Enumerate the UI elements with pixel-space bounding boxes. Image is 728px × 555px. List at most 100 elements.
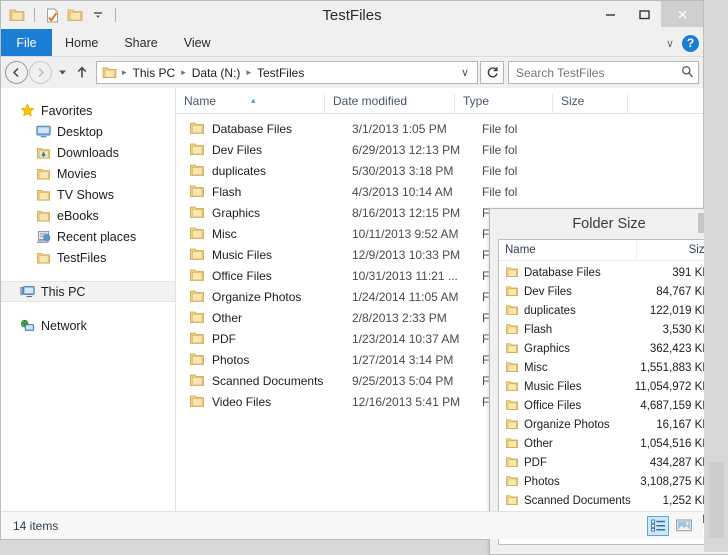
list-item[interactable]: Flash 3,530 KB (499, 320, 719, 339)
file-name-cell: Graphics (212, 205, 261, 220)
list-item[interactable]: Scanned Documents 1,252 KB (499, 491, 719, 510)
star-icon (19, 103, 35, 119)
sidebar-item-this-pc[interactable]: This PC (1, 281, 175, 302)
network-icon (19, 318, 35, 334)
maximize-button[interactable] (627, 1, 661, 27)
ribbon-right-controls: ∨ ? (666, 29, 699, 57)
sidebar-label: eBooks (57, 208, 99, 223)
refresh-button[interactable] (480, 61, 504, 84)
breadcrumb-separator: ▸ (122, 67, 127, 77)
dialog-folder-name: Organize Photos (524, 418, 610, 431)
tab-file[interactable]: File (1, 29, 52, 56)
table-row[interactable]: Dev Files 6/29/2013 12:13 PM File fol (176, 139, 703, 160)
column-header-size[interactable]: Size (552, 94, 627, 113)
folder-icon (505, 418, 519, 432)
file-name-cell: Dev Files (212, 142, 263, 157)
search-box[interactable] (508, 61, 699, 84)
dialog-folder-name: Scanned Documents (524, 494, 631, 507)
folder-icon (189, 142, 205, 158)
large-icons-view-button[interactable] (673, 516, 695, 536)
list-item[interactable]: Photos 3,108,275 KB (499, 472, 719, 491)
status-bar: 14 items (1, 511, 703, 539)
back-button[interactable] (5, 61, 28, 84)
sidebar-item-network[interactable]: Network (1, 315, 175, 336)
folder-icon (35, 250, 51, 266)
list-item[interactable]: Office Files 4,687,159 KB (499, 396, 719, 415)
tab-view[interactable]: View (171, 29, 224, 56)
sidebar-label: This PC (41, 284, 86, 299)
folder-icon (505, 399, 519, 413)
sidebar-label: Desktop (57, 124, 103, 139)
details-view-button[interactable] (647, 515, 669, 536)
type-cell: File fol (482, 121, 518, 136)
title-bar: TestFiles (1, 1, 703, 29)
help-icon[interactable]: ? (682, 34, 699, 52)
properties-check-icon[interactable] (42, 5, 62, 25)
list-item[interactable]: PDF 434,287 KB (499, 453, 719, 472)
search-icon[interactable] (681, 65, 694, 81)
list-item[interactable]: duplicates 122,019 KB (499, 301, 719, 320)
column-header-name[interactable]: Name ▴ (176, 94, 324, 113)
table-row[interactable]: Flash 4/3/2013 10:14 AM File fol (176, 181, 703, 202)
tab-home[interactable]: Home (52, 29, 111, 56)
list-item[interactable]: Other 1,054,516 KB (499, 434, 719, 453)
date-modified-cell: 10/31/2013 11:21 ... (352, 268, 458, 283)
page-scrollbar-thumb[interactable] (709, 462, 724, 538)
recent-locations-button[interactable] (53, 61, 71, 84)
column-header-extra[interactable] (627, 94, 703, 113)
sidebar-item-desktop[interactable]: Desktop (1, 121, 175, 142)
column-header-type[interactable]: Type (454, 94, 552, 113)
breadcrumb-item-data-n[interactable]: Data (N:) (189, 66, 244, 80)
tab-share[interactable]: Share (111, 29, 170, 56)
table-row[interactable]: duplicates 5/30/2013 3:18 PM File fol (176, 160, 703, 181)
minimize-button[interactable] (593, 1, 627, 27)
sidebar-item-ebooks[interactable]: eBooks (1, 205, 175, 226)
list-item[interactable]: Dev Files 84,767 KB (499, 282, 719, 301)
sidebar-label: Recent places (57, 229, 137, 244)
list-item[interactable]: Music Files 11,054,972 KB (499, 377, 719, 396)
chevron-down-icon[interactable]: ∨ (666, 37, 674, 50)
folder-icon (505, 304, 519, 318)
folder-icon (189, 331, 205, 347)
up-button[interactable] (71, 61, 93, 84)
sidebar-label: Movies (57, 166, 97, 181)
sidebar-item-movies[interactable]: Movies (1, 163, 175, 184)
folder-icon[interactable] (7, 5, 27, 25)
breadcrumb-item-testfiles[interactable]: TestFiles (254, 66, 307, 80)
file-name-cell: duplicates (212, 163, 267, 178)
sidebar-item-tv-shows[interactable]: TV Shows (1, 184, 175, 205)
search-input[interactable] (516, 65, 681, 80)
close-button[interactable] (661, 1, 703, 27)
sidebar-item-favorites[interactable]: Favorites (1, 100, 175, 121)
dialog-column-header-name[interactable]: Name (499, 244, 636, 256)
date-modified-cell: 8/16/2013 12:15 PM (352, 205, 461, 220)
breadcrumb-item-this-pc[interactable]: This PC (130, 66, 179, 80)
date-modified-cell: 4/3/2013 10:14 AM (352, 184, 453, 199)
folder-icon (189, 247, 205, 263)
list-item[interactable]: Organize Photos 16,167 KB (499, 415, 719, 434)
page-scrollbar[interactable] (704, 0, 728, 552)
new-folder-icon[interactable] (65, 5, 85, 25)
sidebar-item-testfiles[interactable]: TestFiles (1, 247, 175, 268)
view-mode-buttons (647, 515, 695, 536)
breadcrumb-dropdown-icon[interactable]: ∨ (455, 66, 475, 79)
date-modified-cell: 1/27/2014 3:14 PM (352, 352, 454, 367)
sidebar-item-downloads[interactable]: Downloads (1, 142, 175, 163)
date-modified-cell: 9/25/2013 5:04 PM (352, 373, 454, 388)
column-header-date-modified[interactable]: Date modified (324, 94, 454, 113)
date-modified-cell: 2/8/2013 2:33 PM (352, 310, 447, 325)
folder-icon (35, 166, 51, 182)
list-item[interactable]: Misc 1,551,883 KB (499, 358, 719, 377)
chevron-down-icon[interactable] (88, 5, 108, 25)
dialog-title-bar: Folder Size x (490, 209, 728, 239)
list-item[interactable]: Graphics 362,423 KB (499, 339, 719, 358)
dialog-folder-name: Other (524, 437, 553, 450)
breadcrumb[interactable]: ▸ This PC ▸ Data (N:) ▸ TestFiles ∨ (96, 61, 478, 84)
sidebar-item-recent-places[interactable]: Recent places (1, 226, 175, 247)
type-cell: File fol (482, 163, 518, 178)
forward-button[interactable] (29, 61, 52, 84)
table-row[interactable]: Database Files 3/1/2013 1:05 PM File fol (176, 118, 703, 139)
sidebar-label: TestFiles (57, 250, 107, 265)
list-item[interactable]: Database Files 391 KB (499, 263, 719, 282)
